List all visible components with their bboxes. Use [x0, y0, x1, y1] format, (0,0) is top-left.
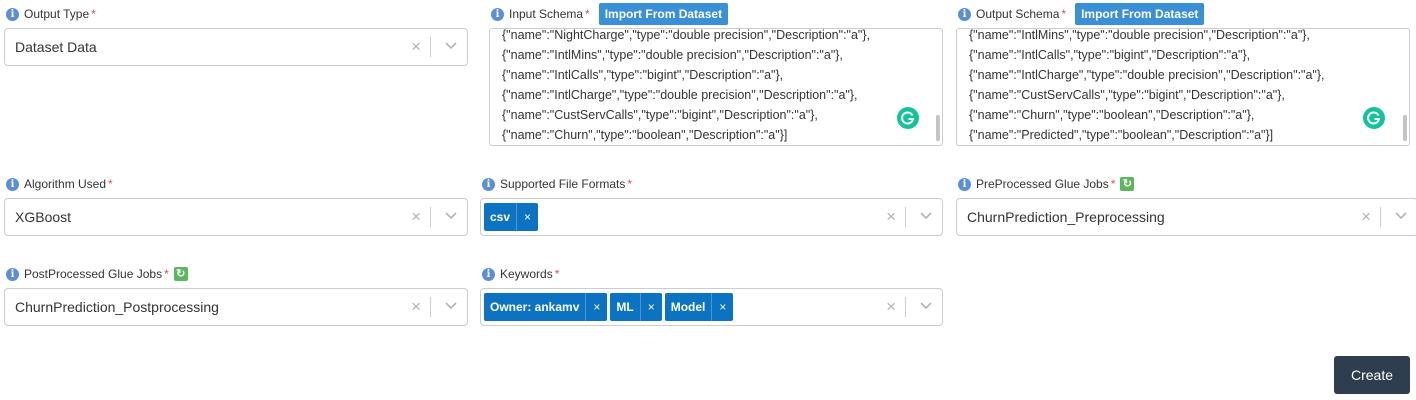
select-separator	[905, 297, 906, 317]
required-mark: *	[627, 177, 633, 191]
chevron-down-icon[interactable]	[920, 212, 932, 220]
textarea-scrollbar[interactable]	[1403, 115, 1407, 141]
refresh-icon[interactable]: ↻	[173, 267, 188, 281]
chip-remove-icon[interactable]: ×	[639, 293, 662, 321]
required-mark: *	[164, 267, 169, 281]
create-button[interactable]: Create	[1334, 356, 1410, 394]
required-mark: *	[1110, 177, 1116, 191]
schema-line: {"name":"CustServCalls","type":"bigint",…	[969, 88, 1285, 102]
output-type-select[interactable]: Dataset Data ×	[4, 28, 468, 66]
postprocessed-select[interactable]: ChurnPrediction_Postprocessing ×	[4, 288, 468, 326]
algorithm-select[interactable]: XGBoost ×	[4, 198, 468, 236]
clear-icon[interactable]: ×	[1361, 199, 1371, 235]
info-icon[interactable]: i	[958, 7, 971, 21]
input-schema-label: Input Schema	[509, 7, 584, 21]
keywords-label-row: i Keywords *	[482, 266, 559, 282]
keyword-chips: Owner: ankamv × ML × Model ×	[484, 293, 734, 321]
file-format-chips: csv ×	[484, 203, 539, 231]
grammarly-icon[interactable]	[897, 107, 919, 129]
chevron-down-icon[interactable]	[920, 302, 932, 310]
file-formats-label: Supported File Formats	[500, 177, 626, 191]
import-from-dataset-button[interactable]: Import From Dataset	[1075, 3, 1205, 25]
output-schema-textarea[interactable]: {"name":"IntlMins","type":"double precis…	[956, 28, 1410, 146]
chip-model: Model ×	[664, 293, 734, 321]
keywords-label: Keywords	[500, 267, 553, 281]
preprocessed-select[interactable]: ChurnPrediction_Preprocessing ×	[956, 198, 1416, 236]
chevron-down-icon[interactable]	[1395, 212, 1407, 220]
required-mark: *	[1061, 7, 1067, 21]
import-from-dataset-button[interactable]: Import From Dataset	[598, 3, 729, 25]
schema-line: {"name":"NightCharge","type":"double pre…	[502, 28, 871, 42]
schema-line: {"name":"Churn","type":"boolean","Descri…	[969, 108, 1255, 122]
info-icon[interactable]: i	[6, 177, 19, 191]
required-mark: *	[91, 7, 96, 21]
output-schema-label: Output Schema	[976, 7, 1060, 21]
select-separator	[1380, 207, 1381, 227]
required-mark: *	[585, 7, 590, 21]
schema-line: {"name":"IntlCalls","type":"bigint","Des…	[969, 48, 1251, 62]
postprocessed-value: ChurnPrediction_Postprocessing	[15, 299, 219, 315]
clear-icon[interactable]: ×	[411, 289, 421, 325]
preprocessed-label: PreProcessed Glue Jobs	[976, 177, 1109, 191]
output-schema-lines: {"name":"IntlMins","type":"double precis…	[969, 28, 1395, 145]
preprocessed-label-row: i PreProcessed Glue Jobs * ↻	[958, 176, 1135, 192]
clear-icon[interactable]: ×	[411, 29, 421, 65]
select-separator	[905, 207, 906, 227]
input-schema-lines: {"name":"NightCharge","type":"double pre…	[502, 28, 928, 145]
schema-line: {"name":"Predicted","type":"boolean","De…	[969, 128, 1274, 142]
chip-label: Model	[664, 293, 712, 321]
schema-line: {"name":"CustServCalls","type":"bigint",…	[502, 108, 818, 122]
file-formats-select[interactable]: csv × ×	[480, 198, 943, 236]
chip-ml: ML ×	[610, 293, 662, 321]
chip-label: csv	[484, 203, 517, 231]
schema-line: {"name":"IntlCharge","type":"double prec…	[969, 68, 1325, 82]
chip-owner: Owner: ankamv ×	[484, 293, 608, 321]
select-separator	[430, 207, 431, 227]
chip-remove-icon[interactable]: ×	[711, 293, 734, 321]
output-type-label-row: i Output Type *	[6, 6, 96, 22]
info-icon[interactable]: i	[958, 177, 971, 191]
algorithm-value: XGBoost	[15, 209, 72, 225]
clear-icon[interactable]: ×	[886, 289, 896, 325]
chevron-down-icon[interactable]	[445, 212, 457, 220]
textarea-scrollbar[interactable]	[936, 115, 940, 141]
schema-line: {"name":"IntlMins","type":"double precis…	[969, 28, 1310, 42]
chevron-down-icon[interactable]	[445, 42, 457, 50]
algorithm-label: Algorithm Used	[24, 177, 107, 191]
required-mark: *	[108, 177, 113, 191]
input-schema-label-row: i Input Schema * Import From Dataset	[491, 3, 729, 25]
chevron-down-icon[interactable]	[445, 302, 457, 310]
refresh-icon[interactable]: ↻	[1120, 177, 1135, 191]
chip-label: Owner: ankamv	[484, 293, 586, 321]
select-separator	[430, 297, 431, 317]
chip-remove-icon[interactable]: ×	[516, 203, 539, 231]
info-icon[interactable]: i	[6, 7, 19, 21]
input-schema-textarea[interactable]: {"name":"NightCharge","type":"double pre…	[489, 28, 943, 146]
postprocessed-label-row: i PostProcessed Glue Jobs * ↻	[6, 266, 188, 282]
file-formats-label-row: i Supported File Formats *	[482, 176, 632, 192]
select-separator	[430, 37, 431, 57]
chip-csv: csv ×	[484, 203, 539, 231]
required-mark: *	[554, 267, 560, 281]
chip-label: ML	[610, 293, 640, 321]
info-icon[interactable]: i	[482, 177, 495, 191]
schema-line: {"name":"IntlCalls","type":"bigint","Des…	[502, 68, 784, 82]
algorithm-label-row: i Algorithm Used *	[6, 176, 113, 192]
schema-line: {"name":"IntlMins","type":"double precis…	[502, 48, 843, 62]
clear-icon[interactable]: ×	[886, 199, 896, 235]
postprocessed-label: PostProcessed Glue Jobs	[24, 267, 163, 281]
output-type-value: Dataset Data	[15, 39, 97, 55]
output-schema-label-row: i Output Schema * Import From Dataset	[958, 3, 1205, 25]
grammarly-icon[interactable]	[1363, 107, 1385, 129]
info-icon[interactable]: i	[482, 267, 495, 281]
schema-line: {"name":"Churn","type":"boolean","Descri…	[502, 128, 788, 142]
keywords-select[interactable]: Owner: ankamv × ML × Model × ×	[480, 288, 943, 326]
clear-icon[interactable]: ×	[411, 199, 421, 235]
preprocessed-value: ChurnPrediction_Preprocessing	[967, 209, 1165, 225]
info-icon[interactable]: i	[6, 267, 19, 281]
output-type-label: Output Type	[24, 7, 90, 21]
chip-remove-icon[interactable]: ×	[585, 293, 608, 321]
schema-line: {"name":"IntlCharge","type":"double prec…	[502, 88, 858, 102]
info-icon[interactable]: i	[491, 7, 504, 21]
